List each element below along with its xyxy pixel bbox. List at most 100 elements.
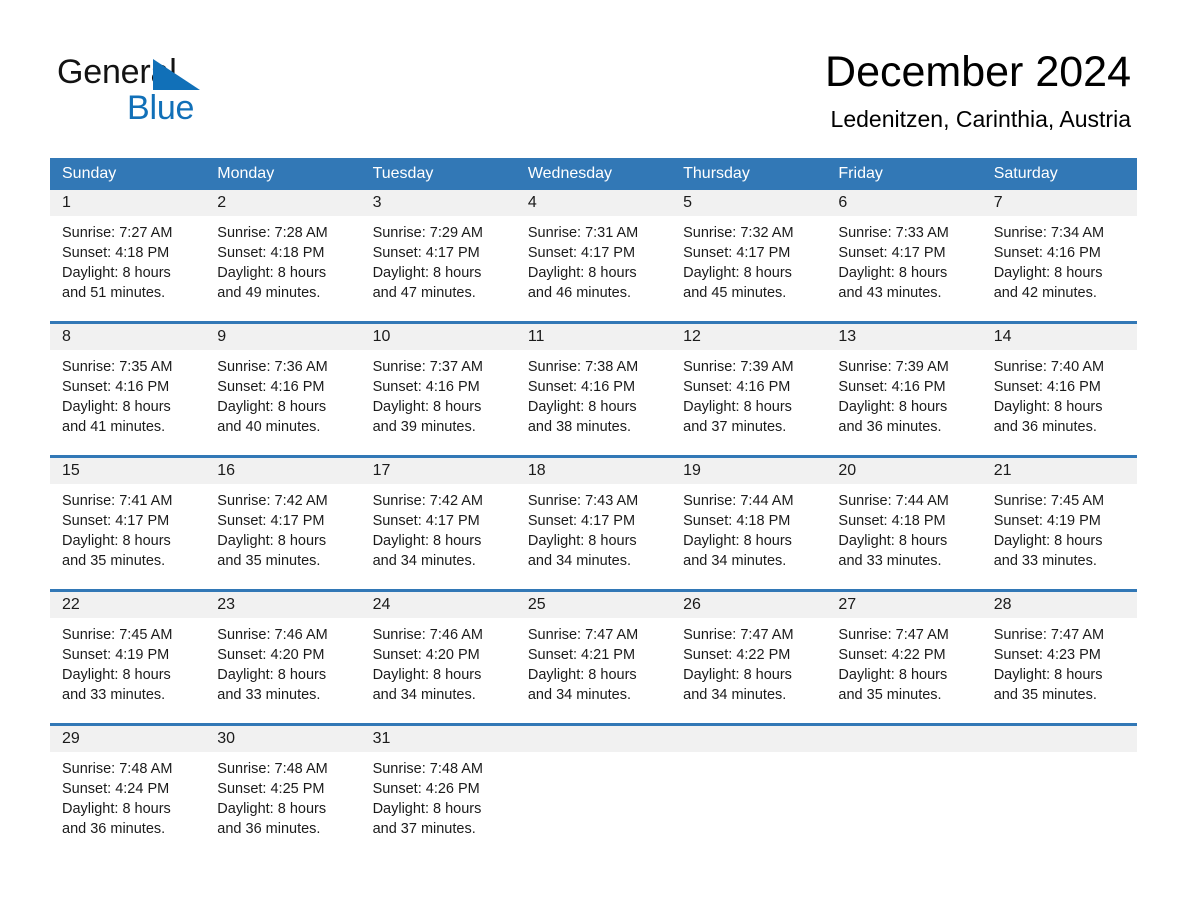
day-cell[interactable]: 21 Sunrise: 7:45 AM Sunset: 4:19 PM Dayl… [981, 458, 1137, 580]
sunrise-text: Sunrise: 7:38 AM [527, 359, 639, 375]
daylight-text-line1: Daylight: 8 hours [993, 667, 1103, 683]
sunrise-text: Sunrise: 7:42 AM [217, 493, 328, 509]
day-cell[interactable]: 22 Sunrise: 7:45 AM Sunset: 4:19 PM Dayl… [50, 592, 206, 714]
day-info: Sunrise: 7:32 AM Sunset: 4:17 PM Dayligh… [671, 216, 826, 303]
day-info: Sunrise: 7:39 AM Sunset: 4:16 PM Dayligh… [671, 350, 826, 437]
day-info: Sunrise: 7:47 AM Sunset: 4:22 PM Dayligh… [826, 618, 981, 705]
day-cell[interactable]: 29 Sunrise: 7:48 AM Sunset: 4:24 PM Dayl… [50, 726, 206, 848]
daylight-text-line2: and 34 minutes. [683, 687, 787, 703]
daylight-text-line1: Daylight: 8 hours [372, 801, 482, 817]
sunrise-text: Sunrise: 7:47 AM [993, 627, 1105, 643]
day-number: 3 [360, 190, 516, 216]
day-cell[interactable]: 24 Sunrise: 7:46 AM Sunset: 4:20 PM Dayl… [360, 592, 516, 714]
daylight-text-line1: Daylight: 8 hours [62, 399, 171, 415]
sunset-text: Sunset: 4:16 PM [372, 379, 480, 395]
day-info: Sunrise: 7:42 AM Sunset: 4:17 PM Dayligh… [361, 484, 516, 571]
day-number: 24 [360, 592, 516, 618]
day-cell[interactable]: 15 Sunrise: 7:41 AM Sunset: 4:17 PM Dayl… [50, 458, 206, 580]
weekday-header-tuesday: Tuesday [372, 165, 434, 182]
sunrise-text: Sunrise: 7:42 AM [372, 493, 483, 509]
daylight-text-line1: Daylight: 8 hours [217, 265, 327, 281]
day-cell[interactable]: 6 Sunrise: 7:33 AM Sunset: 4:17 PM Dayli… [826, 190, 982, 312]
day-cell[interactable]: 4 Sunrise: 7:31 AM Sunset: 4:17 PM Dayli… [515, 190, 672, 312]
daylight-text-line2: and 45 minutes. [683, 285, 787, 301]
day-cell[interactable]: 7 Sunrise: 7:34 AM Sunset: 4:16 PM Dayli… [981, 190, 1137, 312]
day-cell[interactable]: 1 Sunrise: 7:27 AM Sunset: 4:18 PM Dayli… [50, 190, 206, 312]
daylight-text-line2: and 34 minutes. [527, 687, 632, 703]
daylight-text-line2: and 49 minutes. [217, 285, 321, 301]
day-cell[interactable]: 17 Sunrise: 7:42 AM Sunset: 4:17 PM Dayl… [360, 458, 516, 580]
day-info: Sunrise: 7:36 AM Sunset: 4:16 PM Dayligh… [205, 350, 360, 437]
day-info: Sunrise: 7:48 AM Sunset: 4:26 PM Dayligh… [361, 752, 516, 839]
day-info: Sunrise: 7:29 AM Sunset: 4:17 PM Dayligh… [361, 216, 516, 303]
day-cell[interactable]: 13 Sunrise: 7:39 AM Sunset: 4:16 PM Dayl… [826, 324, 982, 446]
daylight-text-line1: Daylight: 8 hours [527, 265, 637, 281]
sunset-text: Sunset: 4:16 PM [838, 379, 946, 395]
sunset-text: Sunset: 4:16 PM [217, 379, 325, 395]
day-number [515, 726, 672, 752]
day-cell[interactable]: 28 Sunrise: 7:47 AM Sunset: 4:23 PM Dayl… [981, 592, 1137, 714]
day-number: 12 [671, 324, 827, 350]
day-cell[interactable]: 23 Sunrise: 7:46 AM Sunset: 4:20 PM Dayl… [205, 592, 361, 714]
sunrise-text: Sunrise: 7:47 AM [838, 627, 949, 643]
week-row: 1 Sunrise: 7:27 AM Sunset: 4:18 PM Dayli… [50, 190, 1137, 312]
daylight-text-line1: Daylight: 8 hours [527, 667, 637, 683]
sunset-text: Sunset: 4:26 PM [372, 781, 480, 797]
sunrise-text: Sunrise: 7:35 AM [62, 359, 173, 375]
day-cell[interactable]: 10 Sunrise: 7:37 AM Sunset: 4:16 PM Dayl… [360, 324, 516, 446]
day-cell[interactable]: 20 Sunrise: 7:44 AM Sunset: 4:18 PM Dayl… [826, 458, 982, 580]
sunrise-text: Sunrise: 7:46 AM [372, 627, 483, 643]
sunrise-text: Sunrise: 7:43 AM [527, 493, 639, 509]
day-number: 29 [50, 726, 206, 752]
brand-logo[interactable]: General Blue [57, 52, 317, 132]
day-cell[interactable]: 12 Sunrise: 7:39 AM Sunset: 4:16 PM Dayl… [671, 324, 827, 446]
daylight-text-line1: Daylight: 8 hours [838, 265, 948, 281]
sunset-text: Sunset: 4:20 PM [372, 647, 480, 663]
day-number: 9 [205, 324, 361, 350]
day-cell[interactable]: 27 Sunrise: 7:47 AM Sunset: 4:22 PM Dayl… [826, 592, 982, 714]
day-cell[interactable]: 19 Sunrise: 7:44 AM Sunset: 4:18 PM Dayl… [671, 458, 827, 580]
day-cell[interactable]: 16 Sunrise: 7:42 AM Sunset: 4:17 PM Dayl… [205, 458, 361, 580]
calendar-page: General Blue December 2024 Ledenitzen, C… [0, 0, 1188, 918]
day-cell[interactable]: 18 Sunrise: 7:43 AM Sunset: 4:17 PM Dayl… [515, 458, 672, 580]
day-cell[interactable]: 9 Sunrise: 7:36 AM Sunset: 4:16 PM Dayli… [205, 324, 361, 446]
day-number: 5 [671, 190, 827, 216]
daylight-text-line2: and 36 minutes. [217, 821, 321, 837]
sunset-text: Sunset: 4:17 PM [683, 245, 791, 261]
day-cell[interactable]: 3 Sunrise: 7:29 AM Sunset: 4:17 PM Dayli… [360, 190, 516, 312]
day-number: 4 [515, 190, 672, 216]
daylight-text-line1: Daylight: 8 hours [838, 533, 948, 549]
sunrise-text: Sunrise: 7:27 AM [62, 225, 173, 241]
day-cell[interactable]: 8 Sunrise: 7:35 AM Sunset: 4:16 PM Dayli… [50, 324, 206, 446]
day-info: Sunrise: 7:40 AM Sunset: 4:16 PM Dayligh… [982, 350, 1137, 437]
weekday-header-sunday: Sunday [62, 165, 117, 182]
daylight-text-line1: Daylight: 8 hours [527, 533, 637, 549]
day-cell[interactable]: 31 Sunrise: 7:48 AM Sunset: 4:26 PM Dayl… [360, 726, 516, 848]
sunset-text: Sunset: 4:18 PM [62, 245, 170, 261]
daylight-text-line1: Daylight: 8 hours [217, 801, 327, 817]
day-info: Sunrise: 7:45 AM Sunset: 4:19 PM Dayligh… [982, 484, 1137, 571]
daylight-text-line1: Daylight: 8 hours [993, 265, 1103, 281]
day-cell[interactable]: 11 Sunrise: 7:38 AM Sunset: 4:16 PM Dayl… [515, 324, 672, 446]
day-cell[interactable]: 26 Sunrise: 7:47 AM Sunset: 4:22 PM Dayl… [671, 592, 827, 714]
daylight-text-line1: Daylight: 8 hours [993, 533, 1103, 549]
daylight-text-line2: and 34 minutes. [527, 553, 632, 569]
day-cell[interactable]: 25 Sunrise: 7:47 AM Sunset: 4:21 PM Dayl… [515, 592, 672, 714]
daylight-text-line2: and 33 minutes. [993, 553, 1097, 569]
daylight-text-line2: and 40 minutes. [217, 419, 321, 435]
daylight-text-line1: Daylight: 8 hours [683, 399, 792, 415]
day-cell[interactable]: 30 Sunrise: 7:48 AM Sunset: 4:25 PM Dayl… [205, 726, 361, 848]
day-number: 19 [671, 458, 827, 484]
day-cell[interactable]: 14 Sunrise: 7:40 AM Sunset: 4:16 PM Dayl… [981, 324, 1137, 446]
week-row: 15 Sunrise: 7:41 AM Sunset: 4:17 PM Dayl… [50, 455, 1137, 580]
day-info: Sunrise: 7:41 AM Sunset: 4:17 PM Dayligh… [50, 484, 205, 571]
sunset-text: Sunset: 4:16 PM [683, 379, 791, 395]
sunset-text: Sunset: 4:16 PM [993, 379, 1101, 395]
daylight-text-line2: and 35 minutes. [62, 553, 166, 569]
day-cell[interactable]: 5 Sunrise: 7:32 AM Sunset: 4:17 PM Dayli… [671, 190, 827, 312]
daylight-text-line2: and 33 minutes. [62, 687, 166, 703]
day-cell[interactable]: 2 Sunrise: 7:28 AM Sunset: 4:18 PM Dayli… [205, 190, 361, 312]
daylight-text-line1: Daylight: 8 hours [62, 265, 171, 281]
day-info: Sunrise: 7:34 AM Sunset: 4:16 PM Dayligh… [982, 216, 1137, 303]
sunset-text: Sunset: 4:19 PM [62, 647, 170, 663]
